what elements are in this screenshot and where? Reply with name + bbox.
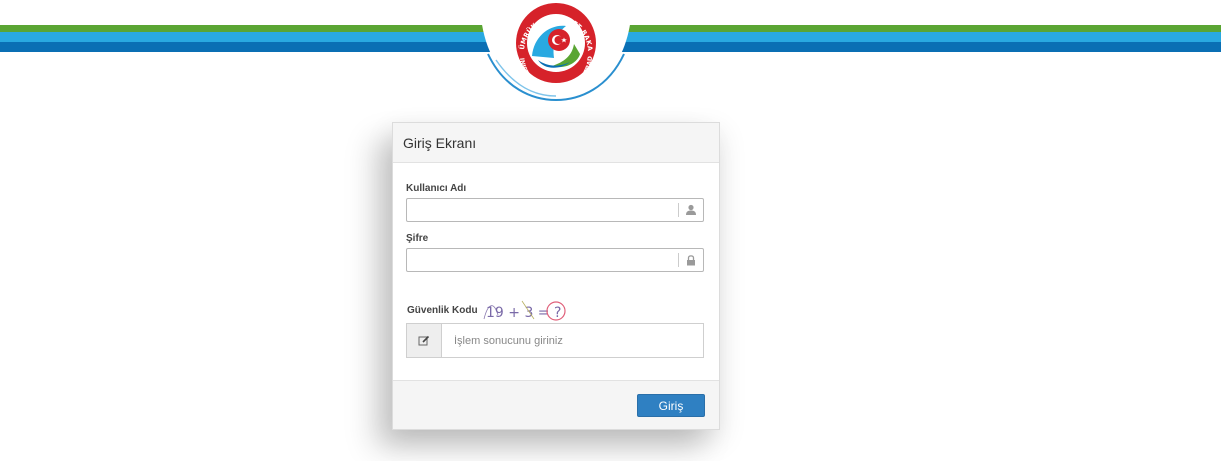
ministry-logo: T.C. GÜMRÜK ve TİCARET BAKANLIĞI MINISTR…: [471, 0, 638, 104]
panel-header: Giriş Ekranı: [393, 123, 719, 163]
captcha-text: 19 + 3 = ?: [486, 305, 561, 321]
captcha-row: Güvenlik Kodu 19 + 3 = ?: [407, 297, 568, 323]
password-field-wrap: [406, 248, 704, 272]
username-field-wrap: [406, 198, 704, 222]
panel-footer: Giriş: [393, 380, 719, 429]
login-panel: Giriş Ekranı Kullanıcı Adı Şifre Güvenli…: [392, 122, 720, 430]
captcha-input-group: [406, 323, 704, 358]
captcha-image: 19 + 3 = ?: [482, 297, 568, 323]
user-icon: [685, 203, 697, 217]
edit-icon: [407, 324, 442, 357]
panel-title: Giriş Ekranı: [403, 134, 477, 151]
password-separator: [678, 253, 679, 267]
username-input[interactable]: [407, 199, 679, 219]
panel-body: Kullanıcı Adı Şifre Güvenlik Kodu 19 + 3…: [393, 163, 719, 379]
password-label: Şifre: [406, 233, 429, 244]
captcha-input[interactable]: [442, 324, 703, 357]
username-separator: [678, 203, 679, 217]
lock-icon: [685, 253, 697, 267]
login-button[interactable]: Giriş: [637, 394, 705, 417]
username-label: Kullanıcı Adı: [406, 183, 467, 194]
captcha-label: Güvenlik Kodu: [407, 304, 478, 316]
password-input[interactable]: [407, 249, 679, 269]
